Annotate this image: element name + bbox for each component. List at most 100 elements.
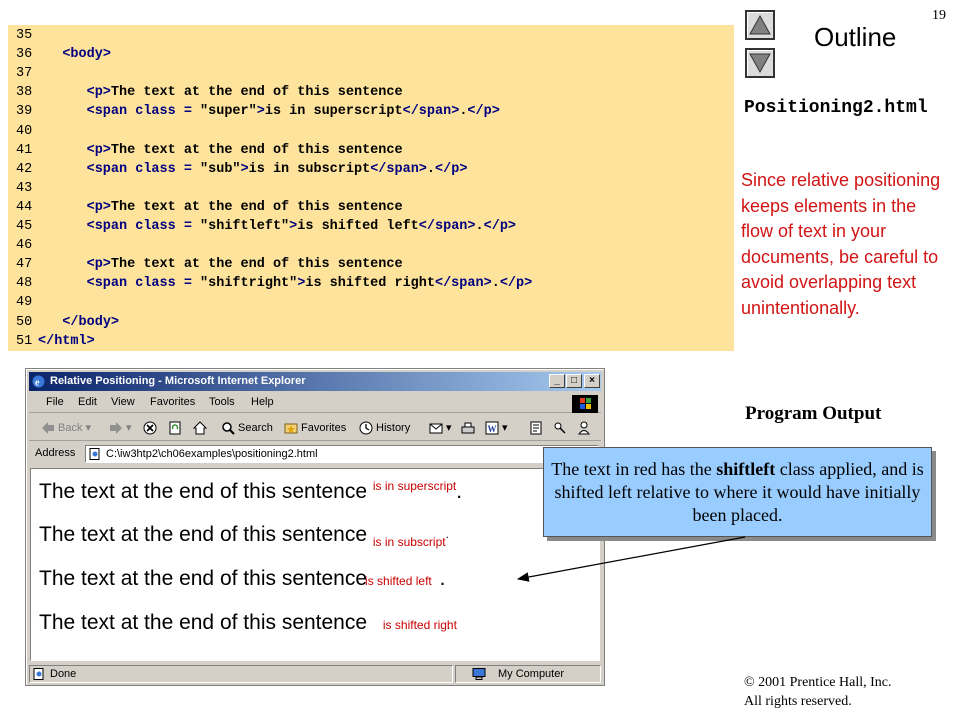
code-tag: > bbox=[240, 161, 249, 177]
triangle-down-icon bbox=[749, 53, 771, 74]
code-text: is shifted right bbox=[305, 276, 435, 292]
address-bar: Address C:\iw3htp2\ch06examples\position… bbox=[29, 443, 601, 465]
browser-window: e Relative Positioning - Microsoft Inter… bbox=[25, 368, 605, 686]
code-line: 44 <p>The text at the end of this senten… bbox=[8, 198, 403, 217]
program-output-label: Program Output bbox=[745, 403, 882, 424]
status-pane-main: Done bbox=[29, 665, 453, 683]
code-tag: <span class = bbox=[86, 219, 201, 234]
code-line: 48 <span class = "shiftright">is shifted… bbox=[8, 274, 532, 293]
edit-button[interactable]: W ▾ bbox=[485, 419, 508, 437]
previous-slide-button[interactable] bbox=[745, 10, 775, 40]
mail-button[interactable]: ▾ bbox=[429, 419, 452, 437]
menu-help[interactable]: Help bbox=[251, 396, 274, 408]
title-bar[interactable]: e Relative Positioning - Microsoft Inter… bbox=[29, 372, 601, 391]
code-line: 47 <p>The text at the end of this senten… bbox=[8, 255, 403, 274]
svg-text:W: W bbox=[488, 424, 497, 434]
code-line: 37 bbox=[8, 64, 38, 83]
code-line: 38 <p>The text at the end of this senten… bbox=[8, 83, 403, 102]
output-line-subscript: The text at the end of this sentence is … bbox=[39, 523, 449, 549]
back-arrow-icon bbox=[42, 422, 54, 435]
stop-button[interactable] bbox=[143, 419, 160, 437]
code-line: 36 <body> bbox=[8, 45, 111, 64]
code-text: The text at the end of this sentence bbox=[110, 199, 403, 215]
menu-file[interactable]: File bbox=[46, 396, 64, 408]
line-number: 50 bbox=[16, 314, 33, 330]
code-tag: <span class = bbox=[86, 276, 201, 292]
discuss-button[interactable] bbox=[529, 419, 546, 437]
forward-button[interactable]: ▾ bbox=[109, 419, 132, 437]
period: . bbox=[445, 527, 449, 541]
history-button[interactable]: History bbox=[359, 419, 410, 437]
messenger-button[interactable] bbox=[553, 419, 570, 437]
print-button[interactable] bbox=[461, 419, 478, 437]
code-line: 43 bbox=[8, 179, 38, 198]
code-text: "shiftright" bbox=[200, 276, 298, 292]
filename-label: Positioning2.html bbox=[744, 98, 928, 118]
home-icon bbox=[193, 421, 207, 435]
code-tag: </p> bbox=[499, 276, 533, 292]
output-line-shifted-left: The text at the end of this sentenceis s… bbox=[39, 567, 445, 591]
code-tag: <span class = bbox=[86, 161, 201, 177]
code-tag: </p> bbox=[483, 219, 517, 234]
menu-tools[interactable]: Tools bbox=[209, 396, 235, 408]
code-text: The text at the end of this sentence bbox=[110, 257, 403, 273]
code-text: The text at the end of this sentence bbox=[110, 142, 403, 158]
callout-box: The text in red has the shiftleft class … bbox=[543, 447, 932, 537]
copyright-line-1: © 2001 Prentice Hall, Inc. bbox=[744, 675, 892, 690]
windows-logo-icon bbox=[572, 395, 598, 413]
line-number: 51 bbox=[16, 333, 33, 349]
shifted-right-span: is shifted right bbox=[382, 618, 457, 632]
code-line: 51 </html> bbox=[8, 332, 95, 351]
menu-view[interactable]: View bbox=[111, 396, 135, 408]
discuss-icon bbox=[530, 421, 542, 435]
address-input[interactable]: C:\iw3htp2\ch06examples\positioning2.htm… bbox=[85, 445, 599, 463]
code-text: . bbox=[426, 161, 436, 177]
line-number: 48 bbox=[16, 276, 33, 292]
menu-favorites[interactable]: Favorites bbox=[150, 396, 195, 408]
line-number: 36 bbox=[16, 47, 33, 63]
minimize-button[interactable]: _ bbox=[549, 374, 565, 388]
page-done-icon bbox=[33, 668, 44, 680]
svg-text:e: e bbox=[35, 378, 40, 389]
line-number: 45 bbox=[16, 219, 33, 234]
code-tag: </span> bbox=[418, 219, 476, 234]
code-tag: </p> bbox=[467, 104, 500, 120]
period: . bbox=[456, 480, 463, 503]
favorites-label: Favorites bbox=[301, 422, 347, 434]
triangle-up-icon bbox=[749, 14, 771, 35]
close-button[interactable]: × bbox=[584, 374, 600, 388]
back-button[interactable]: Back ▾ bbox=[41, 419, 91, 437]
home-button[interactable] bbox=[193, 419, 210, 437]
page-viewport[interactable]: The text at the end of this sentence is … bbox=[30, 468, 600, 661]
copyright: © 2001 Prentice Hall, Inc. All rights re… bbox=[744, 673, 892, 711]
maximize-button[interactable]: □ bbox=[566, 374, 582, 388]
code-line: 40 bbox=[8, 122, 38, 141]
back-label: Back bbox=[58, 422, 83, 434]
subscript-span: is in subscript bbox=[372, 535, 446, 550]
callout-class-name: shiftleft bbox=[716, 459, 776, 479]
mail-icon bbox=[429, 423, 443, 434]
menu-edit[interactable]: Edit bbox=[78, 396, 97, 408]
favorites-button[interactable]: Favorites bbox=[284, 419, 346, 437]
output-line-superscript: The text at the end of this sentence is … bbox=[39, 479, 462, 504]
code-text: . bbox=[475, 219, 484, 234]
sentence-text: The text at the end of this sentence bbox=[39, 611, 368, 634]
address-value: C:\iw3htp2\ch06examples\positioning2.htm… bbox=[106, 448, 318, 460]
search-button[interactable]: Search bbox=[221, 419, 273, 437]
code-tag: </p> bbox=[435, 161, 468, 177]
next-slide-button[interactable] bbox=[745, 48, 775, 78]
code-line: 35 bbox=[8, 26, 38, 45]
sentence-text: The text at the end of this sentence bbox=[39, 523, 368, 546]
research-button[interactable] bbox=[577, 419, 594, 437]
superscript-span: is in superscript bbox=[372, 479, 457, 493]
refresh-button[interactable] bbox=[168, 419, 185, 437]
status-pane-zone: My Computer bbox=[455, 665, 601, 683]
code-text: "shiftleft" bbox=[200, 219, 290, 234]
code-tag: <p> bbox=[86, 142, 111, 158]
